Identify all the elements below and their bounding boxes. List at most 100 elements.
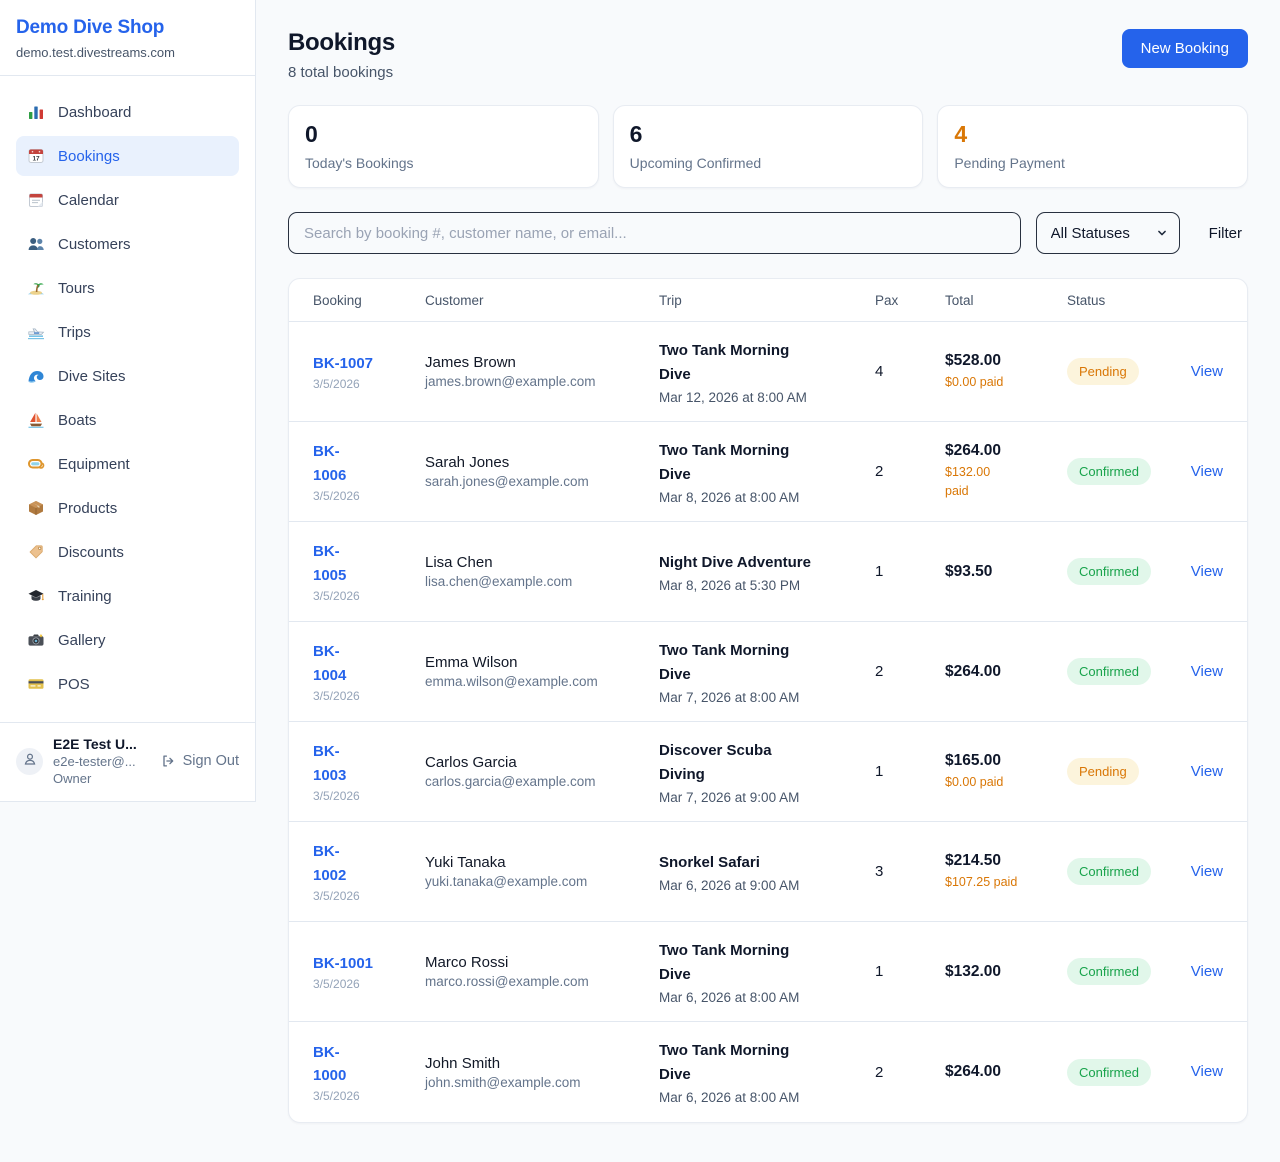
- trip-name: Two Tank Morning Dive: [659, 939, 865, 987]
- actions-cell: View: [1175, 463, 1223, 481]
- view-link[interactable]: View: [1191, 563, 1223, 580]
- sidebar-item-discounts[interactable]: Discounts: [16, 532, 239, 572]
- customer-email: sarah.jones@example.com: [425, 474, 659, 489]
- trip-name: Two Tank Morning Dive: [659, 1039, 865, 1087]
- trip-datetime: Mar 7, 2026 at 9:00 AM: [659, 790, 865, 805]
- trip-datetime: Mar 6, 2026 at 8:00 AM: [659, 1090, 865, 1105]
- total-amount: $132.00: [945, 963, 1067, 981]
- sidebar-item-tours[interactable]: Tours: [16, 268, 239, 308]
- total-cell: $132.00: [945, 963, 1067, 981]
- table-row: BK- 1004 3/5/2026 Emma Wilson emma.wilso…: [289, 622, 1247, 722]
- filter-button[interactable]: Filter: [1209, 225, 1242, 242]
- booking-id-link[interactable]: BK- 1000: [313, 1041, 346, 1088]
- new-booking-button[interactable]: New Booking: [1122, 29, 1248, 68]
- trip-name: Two Tank Morning Dive: [659, 339, 865, 387]
- status-badge: Pending: [1067, 758, 1139, 785]
- trip-name: Two Tank Morning Dive: [659, 639, 865, 687]
- booking-id-link[interactable]: BK-1001: [313, 952, 373, 975]
- booking-cell: BK- 1002 3/5/2026: [313, 840, 425, 903]
- booking-cell: BK-1001 3/5/2026: [313, 952, 425, 991]
- view-link[interactable]: View: [1191, 663, 1223, 680]
- total-cell: $264.00 $132.00 paid: [945, 442, 1067, 501]
- sidebar-item-gallery[interactable]: Gallery: [16, 620, 239, 660]
- trip-datetime: Mar 8, 2026 at 8:00 AM: [659, 490, 865, 505]
- stat-card-today-s-bookings: 0 Today's Bookings: [288, 105, 599, 188]
- sidebar-item-pos[interactable]: POS: [16, 664, 239, 704]
- status-select[interactable]: All Statuses: [1036, 212, 1180, 254]
- sidebar-item-trips[interactable]: Trips: [16, 312, 239, 352]
- sidebar: Demo Dive Shop demo.test.divestreams.com…: [0, 0, 256, 802]
- booking-cell: BK- 1003 3/5/2026: [313, 740, 425, 803]
- booking-id-link[interactable]: BK- 1003: [313, 740, 346, 787]
- graduation-cap-icon: [27, 587, 45, 605]
- user-name: E2E Test U...: [53, 736, 150, 752]
- sidebar-item-equipment[interactable]: Equipment: [16, 444, 239, 484]
- booking-id-link[interactable]: BK- 1004: [313, 640, 346, 687]
- table-row: BK-1001 3/5/2026 Marco Rossi marco.rossi…: [289, 922, 1247, 1022]
- trip-cell: Discover Scuba Diving Mar 7, 2026 at 9:0…: [659, 739, 875, 805]
- booking-cell: BK- 1000 3/5/2026: [313, 1041, 425, 1104]
- total-cell: $528.00 $0.00 paid: [945, 352, 1067, 392]
- booking-created-date: 3/5/2026: [313, 377, 425, 391]
- sidebar-item-label: Equipment: [58, 456, 130, 473]
- paid-amount: $107.25 paid: [945, 873, 1067, 892]
- user-meta: E2E Test U... e2e-tester@... Owner: [53, 736, 150, 786]
- booking-id-link[interactable]: BK- 1002: [313, 840, 346, 887]
- column-header-total: Total: [945, 293, 1067, 308]
- view-link[interactable]: View: [1191, 963, 1223, 980]
- customer-email: carlos.garcia@example.com: [425, 774, 659, 789]
- customer-email: emma.wilson@example.com: [425, 674, 659, 689]
- table-body: BK-1007 3/5/2026 James Brown james.brown…: [289, 322, 1247, 1122]
- booking-id-link[interactable]: BK- 1006: [313, 440, 346, 487]
- view-link[interactable]: View: [1191, 463, 1223, 480]
- sidebar-item-label: Customers: [58, 236, 131, 253]
- customer-name: John Smith: [425, 1055, 659, 1072]
- customer-name: Marco Rossi: [425, 954, 659, 971]
- table-row: BK- 1002 3/5/2026 Yuki Tanaka yuki.tanak…: [289, 822, 1247, 922]
- sidebar-item-customers[interactable]: Customers: [16, 224, 239, 264]
- sidebar-item-dive-sites[interactable]: Dive Sites: [16, 356, 239, 396]
- status-cell: Pending: [1067, 758, 1175, 785]
- sidebar-item-products[interactable]: Products: [16, 488, 239, 528]
- sidebar-item-calendar[interactable]: Calendar: [16, 180, 239, 220]
- booking-created-date: 3/5/2026: [313, 789, 425, 803]
- view-link[interactable]: View: [1191, 363, 1223, 380]
- sign-out-label: Sign Out: [183, 753, 239, 769]
- pax-count: 2: [875, 463, 945, 480]
- sidebar-item-dashboard[interactable]: Dashboard: [16, 92, 239, 132]
- customer-name: Emma Wilson: [425, 654, 659, 671]
- sidebar-item-label: Calendar: [58, 192, 119, 209]
- customer-name: Lisa Chen: [425, 554, 659, 571]
- stat-label: Pending Payment: [954, 155, 1231, 171]
- pax-count: 2: [875, 663, 945, 680]
- search-input[interactable]: [288, 212, 1021, 254]
- customer-cell: Carlos Garcia carlos.garcia@example.com: [425, 754, 659, 789]
- total-amount: $165.00: [945, 752, 1067, 770]
- booking-created-date: 3/5/2026: [313, 977, 425, 991]
- sidebar-item-label: Gallery: [58, 632, 106, 649]
- status-badge: Confirmed: [1067, 958, 1151, 985]
- booking-id-link[interactable]: BK-1007: [313, 352, 373, 375]
- column-header-pax: Pax: [875, 293, 945, 308]
- svg-text:17: 17: [32, 156, 40, 163]
- view-link[interactable]: View: [1191, 763, 1223, 780]
- view-link[interactable]: View: [1191, 863, 1223, 880]
- sign-out-button[interactable]: Sign Out: [160, 753, 239, 769]
- status-badge: Confirmed: [1067, 658, 1151, 685]
- trip-cell: Night Dive Adventure Mar 8, 2026 at 5:30…: [659, 551, 875, 593]
- sidebar-item-boats[interactable]: Boats: [16, 400, 239, 440]
- sidebar-item-label: POS: [58, 676, 90, 693]
- sidebar-nav: Dashboard 17 Bookings Calendar Customers: [0, 76, 255, 722]
- sidebar-item-bookings[interactable]: 17 Bookings: [16, 136, 239, 176]
- page-title: Bookings: [288, 29, 395, 57]
- booking-created-date: 3/5/2026: [313, 689, 425, 703]
- sidebar-item-training[interactable]: Training: [16, 576, 239, 616]
- actions-cell: View: [1175, 563, 1223, 581]
- view-link[interactable]: View: [1191, 1063, 1223, 1080]
- trip-cell: Two Tank Morning Dive Mar 12, 2026 at 8:…: [659, 339, 875, 405]
- status-cell: Confirmed: [1067, 558, 1175, 585]
- total-amount: $264.00: [945, 442, 1067, 460]
- booking-id-link[interactable]: BK- 1005: [313, 540, 346, 587]
- calendar-date-icon: 17: [27, 147, 45, 165]
- bookings-table: Booking Customer Trip Pax Total Status B…: [288, 278, 1248, 1123]
